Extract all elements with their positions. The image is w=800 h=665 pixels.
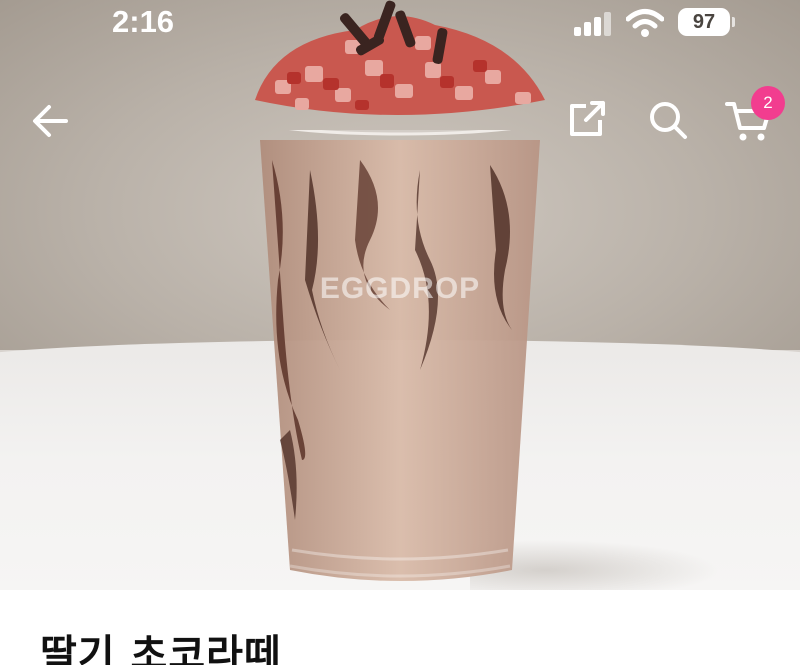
- cellular-signal-icon: [574, 12, 614, 36]
- battery-tip: [732, 17, 735, 27]
- brand-watermark: EGGDROP: [319, 272, 481, 305]
- search-icon[interactable]: [646, 98, 690, 142]
- battery-indicator: 97: [678, 8, 730, 36]
- cart-count-badge: 2: [751, 86, 785, 120]
- share-out-icon[interactable]: [566, 98, 608, 140]
- status-time: 2:16: [112, 4, 175, 39]
- arrow-left-icon[interactable]: [28, 98, 74, 144]
- wifi-icon: [626, 9, 664, 37]
- product-hero-image: EGGDROP: [0, 0, 800, 590]
- drink-cup-illustration: [260, 130, 540, 581]
- strawberry-topping-illustration: [255, 0, 545, 115]
- product-title: 딸기 초코라떼: [40, 632, 282, 665]
